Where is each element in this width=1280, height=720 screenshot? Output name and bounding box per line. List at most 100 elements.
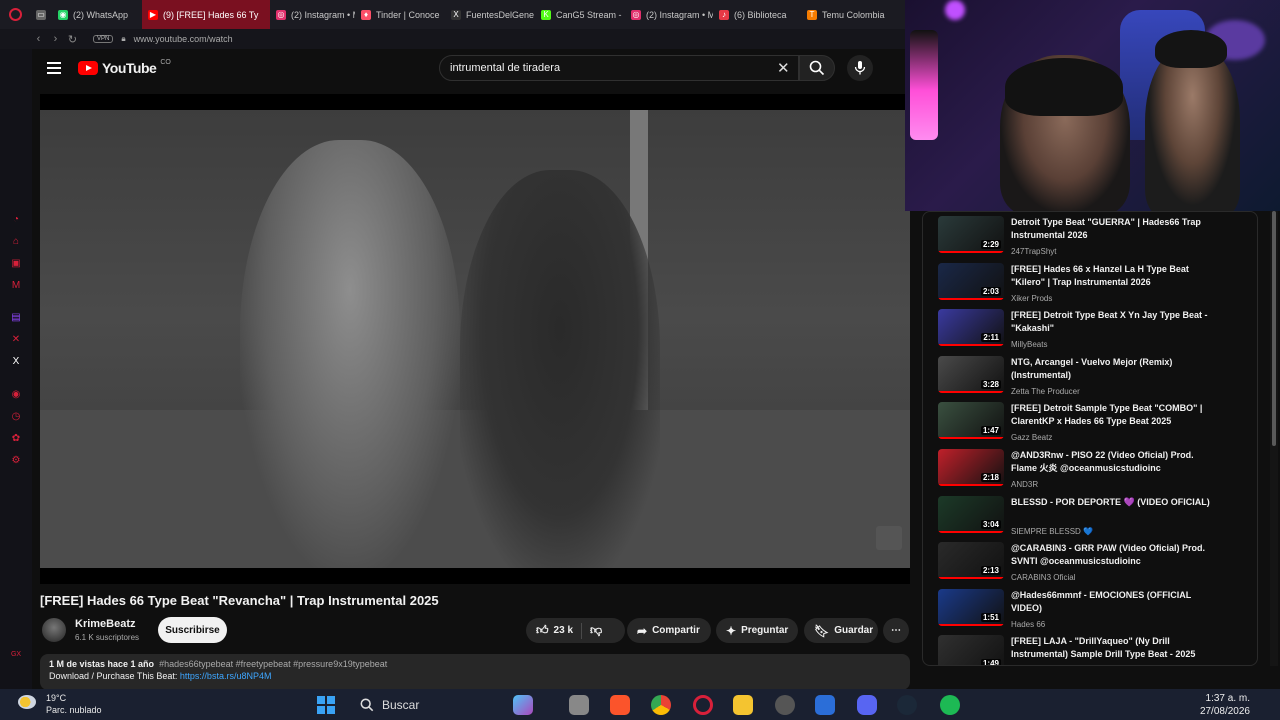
- channel-avatar[interactable]: [42, 618, 66, 642]
- browser-tab[interactable]: ◎ (2) Instagram • M: [625, 0, 713, 29]
- recommendation-title[interactable]: [FREE] Detroit Type Beat X Yn Jay Type B…: [1011, 309, 1211, 335]
- browser-tab[interactable]: ♪ (6) Biblioteca: [713, 0, 801, 29]
- recommendation-item[interactable]: 2:13 @CARABIN3 - GRR PAW (Video Oficial) …: [938, 540, 1248, 586]
- search-box[interactable]: [439, 55, 799, 81]
- x-icon[interactable]: ✕: [10, 334, 22, 346]
- x-logo-icon[interactable]: X: [10, 356, 22, 368]
- download-link[interactable]: https://bsta.rs/u8NP4M: [180, 671, 272, 681]
- recommendation-channel[interactable]: AND3R: [1011, 480, 1038, 489]
- task-view-icon[interactable]: [569, 695, 589, 715]
- back-icon[interactable]: ‹: [30, 33, 47, 45]
- gmail-icon[interactable]: M: [10, 280, 22, 292]
- channel-name[interactable]: KrimeBeatz: [75, 618, 136, 630]
- recommendation-item[interactable]: 1:49 [FREE] LAJA - "DrillYaqueo" (Ny Dril…: [938, 633, 1248, 665]
- browser-tab[interactable]: T Temu Colombia: [801, 0, 891, 29]
- recommendation-channel[interactable]: MillyBeats: [1011, 340, 1047, 349]
- shopping-icon[interactable]: ⌂: [10, 236, 22, 248]
- like-icon[interactable]: 👍︎: [536, 623, 549, 638]
- start-icon[interactable]: [317, 696, 335, 714]
- more-actions-button[interactable]: ⋯: [883, 618, 909, 643]
- dislike-icon[interactable]: 👎︎: [590, 623, 602, 638]
- video-player[interactable]: [40, 94, 910, 584]
- recommendation-thumbnail[interactable]: 2:29: [938, 216, 1004, 253]
- system-clock[interactable]: 1:37 a. m. 27/08/2026: [1200, 692, 1250, 718]
- recommendation-item[interactable]: 1:51 @Hades66mmnf - EMOCIONES (OFFICIAL V…: [938, 587, 1248, 633]
- search-button[interactable]: [799, 55, 835, 81]
- recommendation-title[interactable]: [FREE] Hades 66 x Hanzel La H Type Beat …: [1011, 263, 1211, 289]
- recommendation-title[interactable]: [FREE] LAJA - "DrillYaqueo" (Ny Drill In…: [1011, 635, 1211, 661]
- recommendation-thumbnail[interactable]: 2:18: [938, 449, 1004, 486]
- ask-button[interactable]: ✦ Preguntar: [716, 618, 798, 643]
- scrollbar-thumb[interactable]: [1272, 211, 1276, 446]
- search-input[interactable]: [450, 62, 770, 74]
- recommendation-thumbnail[interactable]: 1:51: [938, 588, 1004, 626]
- recommendation-channel[interactable]: SIEMPRE BLESSD 💙: [1011, 527, 1093, 536]
- twitch-icon[interactable]: ▤: [10, 312, 22, 324]
- recommendation-thumbnail[interactable]: 3:28: [938, 355, 1004, 393]
- opera-logo-icon[interactable]: [0, 0, 30, 29]
- clear-search-icon[interactable]: ✕: [777, 59, 790, 77]
- lock-icon[interactable]: 🔒︎: [121, 34, 125, 44]
- recommendation-title[interactable]: @Hades66mmnf - EMOCIONES (OFFICIAL VIDEO…: [1011, 589, 1211, 615]
- recommendation-item[interactable]: 2:18 @AND3Rnw - PISO 22 (Video Oficial) P…: [938, 447, 1248, 493]
- recommendation-item[interactable]: 2:03 [FREE] Hades 66 x Hanzel La H Type B…: [938, 261, 1248, 307]
- chrome-icon[interactable]: [651, 695, 671, 715]
- history-icon[interactable]: ◷: [10, 411, 22, 423]
- recommendation-channel[interactable]: CARABIN3 Oficial: [1011, 573, 1075, 582]
- recommendation-item[interactable]: 1:47 [FREE] Detroit Sample Type Beat "COM…: [938, 400, 1248, 446]
- recommendation-title[interactable]: [FREE] Detroit Sample Type Beat "COMBO" …: [1011, 402, 1211, 428]
- recommendation-item[interactable]: 2:11 [FREE] Detroit Type Beat X Yn Jay Ty…: [938, 307, 1248, 353]
- settings-icon[interactable]: ⚙: [10, 455, 22, 467]
- recommendation-channel[interactable]: Gazz Beatz: [1011, 433, 1052, 442]
- youtube-logo[interactable]: YouTube CO: [78, 59, 171, 76]
- browser-tab[interactable]: ◎ (2) Instagram • M: [270, 0, 355, 29]
- recommendation-thumbnail[interactable]: 3:04: [938, 495, 1004, 533]
- url-field[interactable]: www.youtube.com/watch: [134, 34, 233, 44]
- taskbar-search[interactable]: Buscar: [352, 694, 492, 716]
- browser-tab[interactable]: K CanG5 Stream -: [535, 0, 625, 29]
- recommendation-channel[interactable]: Zetta The Producer: [1011, 387, 1080, 396]
- recommendation-title[interactable]: @CARABIN3 - GRR PAW (Video Oficial) Prod…: [1011, 542, 1211, 568]
- recommendation-channel[interactable]: 247TrapShyt: [1011, 247, 1057, 256]
- recommendation-thumbnail[interactable]: 1:47: [938, 402, 1004, 440]
- subscribe-button[interactable]: Suscribirse: [158, 617, 227, 643]
- gx-icon[interactable]: GX: [10, 649, 22, 661]
- messenger-icon[interactable]: ▣: [10, 258, 22, 270]
- recommendation-title[interactable]: BLESSD - POR DEPORTE 💜 (VIDEO OFICIAL): [1011, 496, 1211, 509]
- opera-gx-icon[interactable]: [693, 695, 713, 715]
- vpn-badge[interactable]: VPN: [93, 35, 114, 43]
- discord-icon[interactable]: [857, 695, 877, 715]
- recommendation-title[interactable]: @AND3Rnw - PISO 22 (Video Oficial) Prod.…: [1011, 449, 1211, 475]
- recommendation-title[interactable]: NTG, Arcangel - Vuelvo Mejor (Remix) (In…: [1011, 356, 1211, 382]
- file-explorer-icon[interactable]: [733, 695, 753, 715]
- reload-icon[interactable]: ↻: [64, 33, 81, 46]
- recommendation-thumbnail[interactable]: 2:03: [938, 262, 1004, 300]
- browser-tab[interactable]: ◉ (2) WhatsApp: [52, 0, 142, 29]
- brave-icon[interactable]: [610, 695, 630, 715]
- hashtags[interactable]: #hades66typebeat #freetypebeat #pressure…: [159, 659, 387, 669]
- save-button[interactable]: 🔖︎ Guardar: [804, 618, 878, 643]
- like-count[interactable]: 23 k: [554, 625, 573, 636]
- browser-tab[interactable]: X FuentesDelGene: [445, 0, 535, 29]
- recommendation-thumbnail[interactable]: 1:49: [938, 635, 1004, 665]
- recommendation-item[interactable]: 3:04 BLESSD - POR DEPORTE 💜 (VIDEO OFICIA…: [938, 494, 1248, 540]
- player-icon[interactable]: ◉: [10, 389, 22, 401]
- recommendation-title[interactable]: Detroit Type Beat "GUERRA" | Hades66 Tra…: [1011, 216, 1211, 242]
- extensions-icon[interactable]: ✿: [10, 433, 22, 445]
- recommendation-channel[interactable]: Hades 66: [1011, 620, 1045, 629]
- obs-icon[interactable]: [775, 695, 795, 715]
- browser-tab[interactable]: ♦ Tinder | Conoce: [355, 0, 445, 29]
- voice-search-button[interactable]: [847, 55, 873, 81]
- aria-icon[interactable]: ◔: [10, 214, 22, 226]
- steam-icon[interactable]: [897, 695, 917, 715]
- copilot-icon[interactable]: [513, 695, 533, 715]
- recommendation-channel[interactable]: Xiker Prods: [1011, 294, 1052, 303]
- description-box[interactable]: 1 M de vistas hace 1 año #hades66typebea…: [40, 654, 910, 690]
- recommendation-item[interactable]: 2:29 Detroit Type Beat "GUERRA" | Hades66…: [938, 214, 1248, 260]
- channel-watermark[interactable]: [876, 526, 902, 550]
- spotify-icon[interactable]: [940, 695, 960, 715]
- recommendation-thumbnail[interactable]: 2:11: [938, 309, 1004, 347]
- forward-icon[interactable]: ›: [47, 33, 64, 45]
- browser-tab[interactable]: ▶ (9) [FREE] Hades 66 Ty: [142, 0, 270, 29]
- menu-icon[interactable]: [47, 62, 61, 74]
